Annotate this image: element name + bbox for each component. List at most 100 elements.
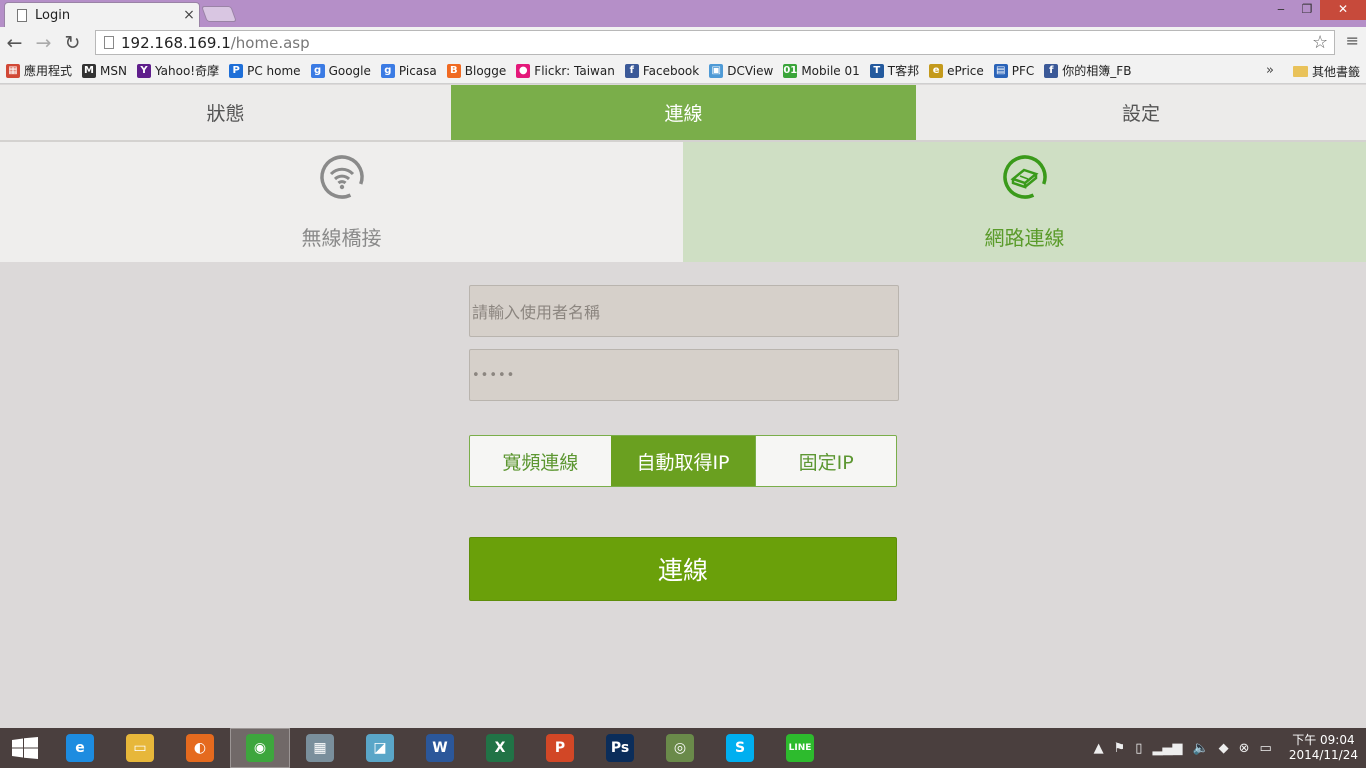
action-center-icon[interactable]: ▭ xyxy=(1260,741,1272,756)
bookmark-item[interactable]: ▦ 應用程式 xyxy=(6,62,72,79)
segment-broadband[interactable]: 寬頻連線 xyxy=(470,436,611,486)
bookmark-label: Facebook xyxy=(642,63,700,78)
subtab-label: 網路連線 xyxy=(984,226,1065,250)
username-input[interactable]: 請輸入使用者名稱 xyxy=(469,285,899,337)
photoshop-icon: Ps xyxy=(606,734,634,762)
bookmark-label: PC home xyxy=(247,63,301,78)
bookmark-item[interactable]: M MSN xyxy=(82,63,127,78)
bookmark-item[interactable]: g Google xyxy=(310,63,371,78)
taskbar-app-word[interactable]: W xyxy=(410,728,470,768)
subtab-wireless-bridge[interactable]: 無線橋接 xyxy=(0,142,683,262)
battery-icon[interactable]: ▯ xyxy=(1135,741,1142,756)
bookmark-label: 你的相簿_FB xyxy=(1062,64,1132,78)
wifi-icon xyxy=(317,152,367,202)
taskbar-app-line[interactable]: LINE xyxy=(770,728,830,768)
taskbar-app-app-swirl[interactable]: ◎ xyxy=(650,728,710,768)
bookmark-star-icon[interactable]: ☆ xyxy=(1312,32,1334,53)
browser-tabstrip: Login × ‒ ❐ ✕ xyxy=(0,0,1366,27)
taskbar-app-powerpoint[interactable]: P xyxy=(530,728,590,768)
taskbar-clock[interactable]: 下午 09:04 2014/11/24 xyxy=(1289,733,1358,763)
skype-icon: S xyxy=(726,734,754,762)
new-tab-button[interactable] xyxy=(201,6,237,22)
taskbar-app-skype[interactable]: S xyxy=(710,728,770,768)
windows-taskbar: e ▭ ◐ ◉ ▦ ◪ W X P Ps ◎ S LINE ▲ ⚑ ▯ ▂▄▆ 🔈 ◆ ⊗ ▭ 下午 0… xyxy=(0,728,1366,768)
browser-tab[interactable]: Login × xyxy=(4,2,200,27)
bookmark-favicon-icon: Y xyxy=(136,63,151,78)
page-icon xyxy=(17,8,27,22)
bookmark-item[interactable]: ▤ PFC xyxy=(993,63,1035,78)
taskbar-app-photoshop[interactable]: Ps xyxy=(590,728,650,768)
explorer-icon: ▭ xyxy=(126,734,154,762)
reload-button[interactable]: ↻ xyxy=(58,32,87,54)
address-bar[interactable]: 192.168.169.1/home.asp ☆ xyxy=(95,30,1335,55)
taskbar-app-ie[interactable]: e xyxy=(50,728,110,768)
subtab-network-connect[interactable]: 網路連線 xyxy=(683,142,1366,262)
start-button[interactable] xyxy=(0,728,50,768)
tab-settings[interactable]: 設定 xyxy=(916,85,1366,140)
bookmark-label: PFC xyxy=(1011,63,1035,78)
taskbar-app-chrome[interactable]: ◉ xyxy=(230,728,290,768)
password-input[interactable]: ••••• xyxy=(469,349,899,401)
taskbar-app-excel[interactable]: X xyxy=(470,728,530,768)
bookmark-favicon-icon: ▣ xyxy=(709,63,724,78)
tab-close-icon[interactable]: × xyxy=(179,7,199,23)
bookmark-favicon-icon: ▦ xyxy=(6,63,20,78)
url-text[interactable]: 192.168.169.1/home.asp xyxy=(121,34,1312,52)
minimize-button[interactable]: ‒ xyxy=(1268,0,1294,20)
maximize-button[interactable]: ❐ xyxy=(1294,0,1320,20)
taskbar-app-firefox[interactable]: ◐ xyxy=(170,728,230,768)
taskbar-apps: e ▭ ◐ ◉ ▦ ◪ W X P Ps ◎ S LINE xyxy=(50,728,830,768)
bookmark-label: Flickr: Taiwan xyxy=(534,63,615,78)
bookmark-item[interactable]: ▣ DCView xyxy=(709,63,774,78)
bookmark-item[interactable]: Y Yahoo!奇摩 xyxy=(136,62,220,79)
line-icon: LINE xyxy=(786,734,814,762)
cancel-icon[interactable]: ⊗ xyxy=(1239,741,1250,756)
powerpoint-icon: P xyxy=(546,734,574,762)
bookmark-favicon-icon: e xyxy=(929,63,944,78)
tab-title: Login xyxy=(35,7,71,23)
firefox-icon: ◐ xyxy=(186,734,214,762)
ethernet-icon xyxy=(1000,152,1050,202)
segment-dhcp[interactable]: 自動取得IP xyxy=(610,436,756,486)
bookmark-item[interactable]: 01 Mobile 01 xyxy=(783,63,860,78)
bookmark-label: Google xyxy=(328,63,371,78)
tab-connect[interactable]: 連線 xyxy=(451,85,916,140)
connect-button[interactable]: 連線 xyxy=(469,537,897,601)
bookmark-item[interactable]: e ePrice xyxy=(929,63,984,78)
other-bookmarks-folder[interactable]: 其他書籤 xyxy=(1292,63,1360,80)
taskbar-app-notes[interactable]: ◪ xyxy=(350,728,410,768)
chrome-menu-icon[interactable]: ≡ xyxy=(1346,31,1359,50)
volume-icon[interactable]: 🔈 xyxy=(1192,741,1208,756)
bookmark-item[interactable]: g Picasa xyxy=(380,63,437,78)
network-signal-icon[interactable]: ▂▄▆ xyxy=(1152,741,1182,756)
bookmark-favicon-icon: M xyxy=(82,63,97,78)
forward-button[interactable]: → xyxy=(29,32,58,54)
bookmark-item[interactable]: f 你的相簿_FB xyxy=(1044,62,1131,79)
bookmark-item[interactable]: P PC home xyxy=(229,63,301,78)
clock-date: 2014/11/24 xyxy=(1288,748,1358,762)
taskbar-app-explorer[interactable]: ▭ xyxy=(110,728,170,768)
bookmark-label: DCView xyxy=(727,63,774,78)
bookmark-favicon-icon: T xyxy=(869,63,884,78)
flag-icon[interactable]: ⚑ xyxy=(1114,741,1126,756)
bookmark-favicon-icon: g xyxy=(380,63,395,78)
close-window-button[interactable]: ✕ xyxy=(1320,0,1366,20)
bookmark-label: 應用程式 xyxy=(24,64,73,78)
bookmark-label: Yahoo!奇摩 xyxy=(154,64,220,78)
bookmark-item[interactable]: T T客邦 xyxy=(869,62,919,79)
segment-static-ip[interactable]: 固定IP xyxy=(755,436,896,486)
page-icon xyxy=(104,36,114,49)
tray-expand-icon[interactable]: ▲ xyxy=(1094,741,1104,756)
bookmark-item[interactable]: B Blogge xyxy=(446,63,506,78)
folder-icon xyxy=(1292,66,1308,77)
bookmark-item[interactable]: ● Flickr: Taiwan xyxy=(516,63,615,78)
tab-status[interactable]: 狀態 xyxy=(0,85,451,140)
bookmarks-overflow-chevron[interactable]: » xyxy=(1266,63,1274,78)
app-swirl-icon: ◎ xyxy=(666,734,694,762)
bookmark-label: MSN xyxy=(100,63,127,78)
dropbox-icon[interactable]: ◆ xyxy=(1219,741,1229,756)
bookmark-favicon-icon: f xyxy=(624,63,639,78)
back-button[interactable]: ← xyxy=(0,32,29,54)
bookmark-item[interactable]: f Facebook xyxy=(624,63,700,78)
taskbar-app-calculator[interactable]: ▦ xyxy=(290,728,350,768)
